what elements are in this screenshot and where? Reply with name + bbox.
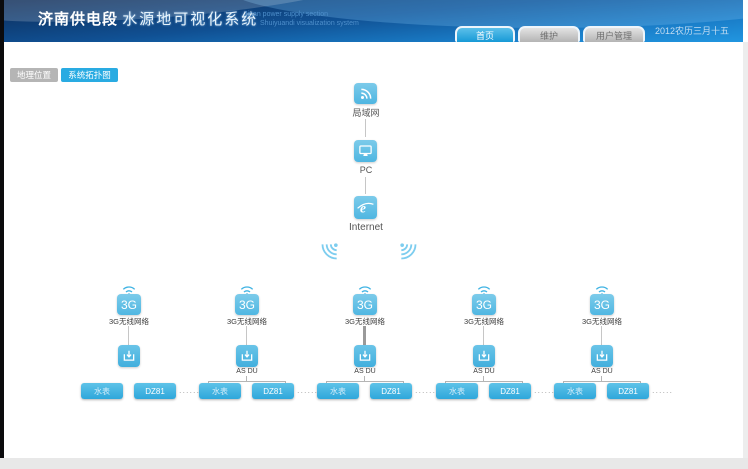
water-meter-button[interactable]: 水表: [436, 383, 478, 399]
wifi-small-icon: [594, 283, 610, 293]
right-frame-strip: [743, 42, 748, 458]
3g-network-node: 3G: [353, 294, 377, 315]
main-nav-tabs: 首页 维护 用户管理: [455, 26, 648, 42]
asdu-device-label: AS DU: [306, 368, 424, 375]
tab-maintenance[interactable]: 维护: [518, 26, 580, 42]
wifi-small-icon: [239, 283, 255, 293]
asdu-device-icon: [118, 345, 140, 367]
header-banner: 济南供电段 水源地可视化系统 Jinan power supply sectio…: [4, 0, 743, 42]
left-frame-strip: [0, 0, 4, 458]
pc-icon: [354, 140, 377, 162]
branch-2: 3G 3G无线网络 AS DU 水表 DZ81 ......: [188, 283, 306, 408]
dz81-button[interactable]: DZ81: [607, 383, 649, 399]
dz81-button[interactable]: DZ81: [134, 383, 176, 399]
water-meter-button[interactable]: 水表: [554, 383, 596, 399]
water-meter-button[interactable]: 水表: [199, 383, 241, 399]
water-meter-button[interactable]: 水表: [317, 383, 359, 399]
asdu-device-icon: [236, 345, 258, 367]
svg-text:e: e: [360, 200, 366, 215]
asdu-device-label: AS DU: [543, 368, 661, 375]
asdu-device-icon: [473, 345, 495, 367]
app-title-system: 水源地可视化系统: [122, 11, 258, 28]
geographic-location-button[interactable]: 地理位置: [10, 68, 58, 82]
dz81-button[interactable]: DZ81: [489, 383, 531, 399]
tab-home[interactable]: 首页: [455, 26, 515, 42]
rss-signal-glyph: [359, 87, 373, 101]
app-title-org: 济南供电段: [38, 11, 118, 28]
lan-label: 局域网: [336, 106, 396, 119]
wireless-wave-left-icon: [320, 241, 340, 261]
system-topology-button[interactable]: 系统拓扑图: [61, 68, 118, 82]
app-subtitle-line1: Jinan power supply section: [244, 10, 359, 19]
connector-3g-device: [128, 326, 129, 346]
wifi-small-icon: [357, 283, 373, 293]
bottom-frame-strip: [0, 458, 748, 469]
3g-network-node: 3G: [235, 294, 259, 315]
connector-lan-pc: [365, 119, 366, 137]
lunar-date-text: 2012农历三月十五: [655, 24, 729, 37]
3g-network-node: 3G: [590, 294, 614, 315]
asdu-device-icon: [354, 345, 376, 367]
dz81-button[interactable]: DZ81: [252, 383, 294, 399]
3g-network-label: 3G无线网络: [543, 316, 661, 327]
internet-label: Internet: [331, 222, 401, 233]
ellipsis-dots: ......: [652, 385, 673, 395]
connector-3g-device: [483, 326, 484, 346]
branch-1: 3G 3G无线网络 水表 DZ81 ......: [70, 283, 188, 408]
branch-3: 3G 3G无线网络 AS DU 水表 DZ81 ......: [306, 283, 424, 408]
3g-network-node: 3G: [472, 294, 496, 315]
ie-e-glyph: e: [356, 198, 375, 217]
monitor-glyph: [358, 144, 373, 158]
water-meter-button[interactable]: 水表: [81, 383, 123, 399]
asdu-device-label: AS DU: [188, 368, 306, 375]
connector-3g-device: [363, 326, 366, 346]
app-window: 济南供电段 水源地可视化系统 Jinan power supply sectio…: [0, 0, 748, 469]
connector-3g-device: [601, 326, 602, 346]
branch-4: 3G 3G无线网络 AS DU 水表 DZ81 ......: [425, 283, 543, 408]
app-title: 济南供电段 水源地可视化系统: [38, 8, 258, 29]
wireless-wave-right-icon: [398, 241, 418, 261]
app-subtitle-en: Jinan power supply section Shuiyuandi vi…: [244, 10, 359, 28]
asdu-device-label: AS DU: [425, 368, 543, 375]
connector-3g-device: [246, 326, 247, 346]
tab-user-management[interactable]: 用户管理: [583, 26, 645, 42]
connector-pc-internet: [365, 177, 366, 194]
3g-network-label: 3G无线网络: [188, 316, 306, 327]
internet-icon: e: [354, 196, 377, 219]
wifi-small-icon: [121, 283, 137, 293]
wifi-small-icon: [476, 283, 492, 293]
3g-network-label: 3G无线网络: [70, 316, 188, 327]
asdu-device-icon: [591, 345, 613, 367]
app-subtitle-line2: Shuiyuandi visualization system: [260, 19, 359, 28]
dz81-button[interactable]: DZ81: [370, 383, 412, 399]
3g-network-label: 3G无线网络: [425, 316, 543, 327]
branch-5: 3G 3G无线网络 AS DU 水表 DZ81 ......: [543, 283, 661, 408]
pc-label: PC: [336, 165, 396, 175]
3g-network-node: 3G: [117, 294, 141, 315]
lan-icon: [354, 83, 377, 104]
